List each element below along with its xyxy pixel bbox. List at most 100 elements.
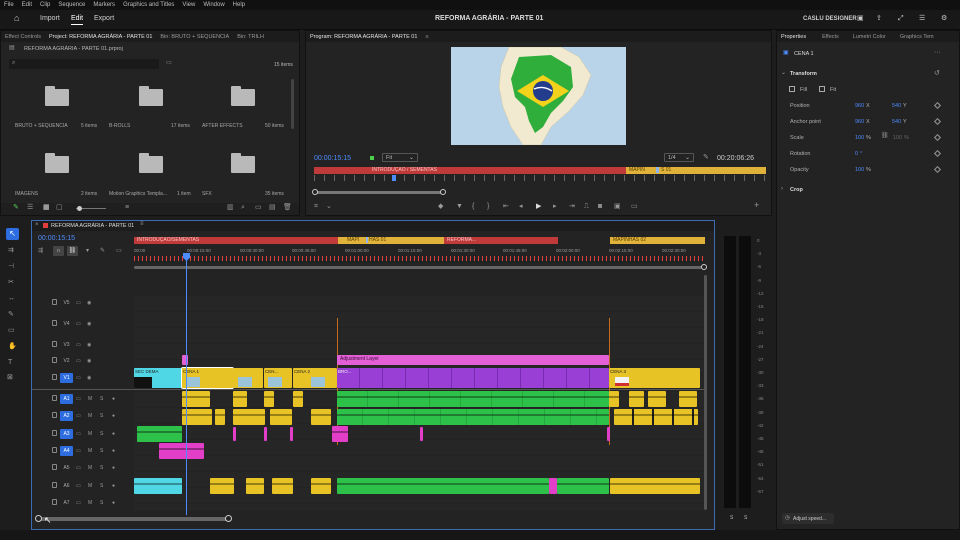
mic-icon[interactable]: ●	[112, 396, 115, 402]
sync-lock-icon[interactable]: ▭	[76, 396, 81, 402]
menu-clip[interactable]: Clip	[36, 2, 54, 8]
scroll-handle-left[interactable]	[35, 515, 42, 522]
audio-clip[interactable]	[648, 391, 666, 407]
new-bin-icon[interactable]: ▭	[255, 204, 262, 211]
home-icon[interactable]: ⌂	[14, 14, 19, 23]
track-target-a5[interactable]: A5	[60, 463, 73, 473]
timeline-tab[interactable]: REFORMA AGRÁRIA - PARTE 01	[51, 223, 134, 229]
video-clip[interactable]: CENA 2	[293, 368, 337, 388]
project-scrollbar[interactable]	[291, 79, 294, 129]
tab-bin-bruto[interactable]: Bin: BRUTO + SEQUENCIA	[156, 34, 233, 40]
zoom-handle-left[interactable]	[312, 189, 318, 195]
solo-button[interactable]: S	[100, 465, 103, 471]
bin-folder-icon[interactable]	[45, 86, 69, 106]
tab-properties[interactable]: Properties	[777, 34, 810, 40]
audio-clip[interactable]	[311, 478, 331, 494]
bin-folder-icon[interactable]	[231, 86, 255, 106]
track-target-v3[interactable]: V3	[60, 340, 73, 350]
program-marker-yellow[interactable]: MAPIN S 01	[626, 167, 766, 174]
track-target-a4[interactable]: A4	[60, 446, 73, 456]
razor-icon[interactable]: ✂	[8, 279, 14, 286]
mute-button[interactable]: M	[88, 431, 92, 437]
sync-lock-icon[interactable]: ▭	[76, 483, 81, 489]
eye-icon[interactable]: ◉	[87, 300, 91, 306]
audio-clip[interactable]	[233, 409, 265, 425]
lock-icon[interactable]	[52, 374, 57, 380]
workspace-import[interactable]: Import	[40, 15, 60, 22]
scroll-handle-right[interactable]	[225, 515, 232, 522]
sync-lock-icon[interactable]: ▭	[76, 431, 81, 437]
track-select-icon[interactable]: ⇉	[8, 247, 14, 254]
lock-icon[interactable]	[52, 464, 57, 470]
selection-tool-icon[interactable]: ↖	[6, 228, 19, 240]
program-zoom-bar[interactable]	[314, 191, 444, 194]
lock-icon[interactable]	[52, 299, 57, 305]
eye-icon[interactable]: ◉	[87, 342, 91, 348]
rectangle-icon[interactable]: ▭	[8, 327, 15, 334]
audio-clip[interactable]	[137, 426, 182, 442]
timeline-marker-yellow[interactable]: MAPI HAS 01	[338, 237, 444, 244]
mute-button[interactable]: M	[88, 483, 92, 489]
audio-clip[interactable]	[264, 427, 267, 441]
track-target-a1[interactable]: A1	[60, 394, 73, 404]
solo-right-button[interactable]: S	[744, 515, 747, 521]
notification-icon[interactable]: ☰	[919, 15, 925, 22]
v2-pink-clip[interactable]	[182, 355, 188, 365]
tab-effect-controls[interactable]: Effect Controls	[1, 34, 45, 40]
sort-icon[interactable]: ≡	[125, 204, 129, 211]
opacity-value[interactable]: 100	[855, 167, 864, 173]
audio-clip[interactable]	[629, 391, 644, 407]
video-clip[interactable]: CENA 1	[181, 367, 234, 389]
audio-clip[interactable]	[614, 409, 698, 425]
anchor-x[interactable]: 960	[855, 119, 864, 125]
audio-clip[interactable]	[210, 478, 234, 494]
lock-icon[interactable]	[52, 482, 57, 488]
audio-clip[interactable]	[293, 391, 303, 407]
sync-lock-icon[interactable]: ▭	[76, 413, 81, 419]
mic-icon[interactable]: ●	[112, 465, 115, 471]
program-marker-red[interactable]: INTRODUÇÃO / SEMENTAS	[314, 167, 626, 174]
hand-icon[interactable]: ✋	[8, 343, 17, 350]
menu-graphics[interactable]: Graphics and Titles	[119, 2, 178, 8]
mute-button[interactable]: M	[88, 396, 92, 402]
tab-graphics[interactable]: Graphics Tem	[890, 34, 938, 40]
insert-sequence-icon[interactable]: ⇶	[38, 248, 43, 255]
eye-icon[interactable]: ◉	[87, 375, 91, 381]
find-icon[interactable]: ⌕	[241, 204, 245, 211]
type-icon[interactable]: T	[8, 359, 12, 366]
linked-selection-button[interactable]: ⛓	[67, 246, 78, 256]
captions-icon[interactable]: ▭	[116, 248, 122, 255]
menu-sequence[interactable]: Sequence	[54, 2, 89, 8]
mute-button[interactable]: M	[88, 500, 92, 506]
icon-view-icon[interactable]: ▦	[43, 204, 50, 211]
mic-icon[interactable]: ●	[112, 431, 115, 437]
mute-button[interactable]: M	[88, 448, 92, 454]
share-icon[interactable]: ▣	[857, 15, 864, 22]
safe-margins-icon[interactable]: ⌗	[314, 203, 318, 210]
automate-icon[interactable]: ▥	[227, 204, 234, 211]
audio-clip[interactable]	[311, 409, 331, 425]
menu-icon[interactable]: ≡	[140, 221, 144, 228]
bin-name[interactable]: B-ROLLS	[109, 123, 130, 129]
chevron-down-icon[interactable]: ⌄	[326, 203, 332, 210]
workspace-export[interactable]: Export	[94, 15, 114, 22]
video-clip[interactable]: CEN...	[264, 368, 292, 388]
track-target-a7[interactable]: A7	[60, 498, 73, 508]
go-out-icon[interactable]: }	[487, 203, 489, 210]
go-to-out-icon[interactable]: ⇥	[569, 203, 575, 210]
toggle-output-icon[interactable]: ▭	[76, 358, 81, 364]
track-target-v5[interactable]: V5	[60, 298, 73, 308]
lock-icon[interactable]	[52, 341, 57, 347]
caption-icon[interactable]: ⊠	[7, 374, 13, 381]
audio-clip[interactable]	[134, 478, 182, 494]
search-input[interactable]	[9, 59, 159, 69]
pencil-icon[interactable]: ✎	[13, 204, 19, 211]
chevron-right-icon[interactable]: ›	[781, 186, 783, 193]
zoom-handle-right[interactable]	[701, 264, 707, 270]
tab-bin-trilha[interactable]: Bin: TRILH	[233, 34, 268, 40]
video-clip[interactable]	[233, 368, 263, 388]
user-name[interactable]: CASLU DESIGNER	[803, 16, 857, 22]
tab-lumetri[interactable]: Lumetri Color	[843, 34, 890, 40]
bin-folder-icon[interactable]	[139, 86, 163, 106]
menu-edit[interactable]: Edit	[18, 2, 36, 8]
